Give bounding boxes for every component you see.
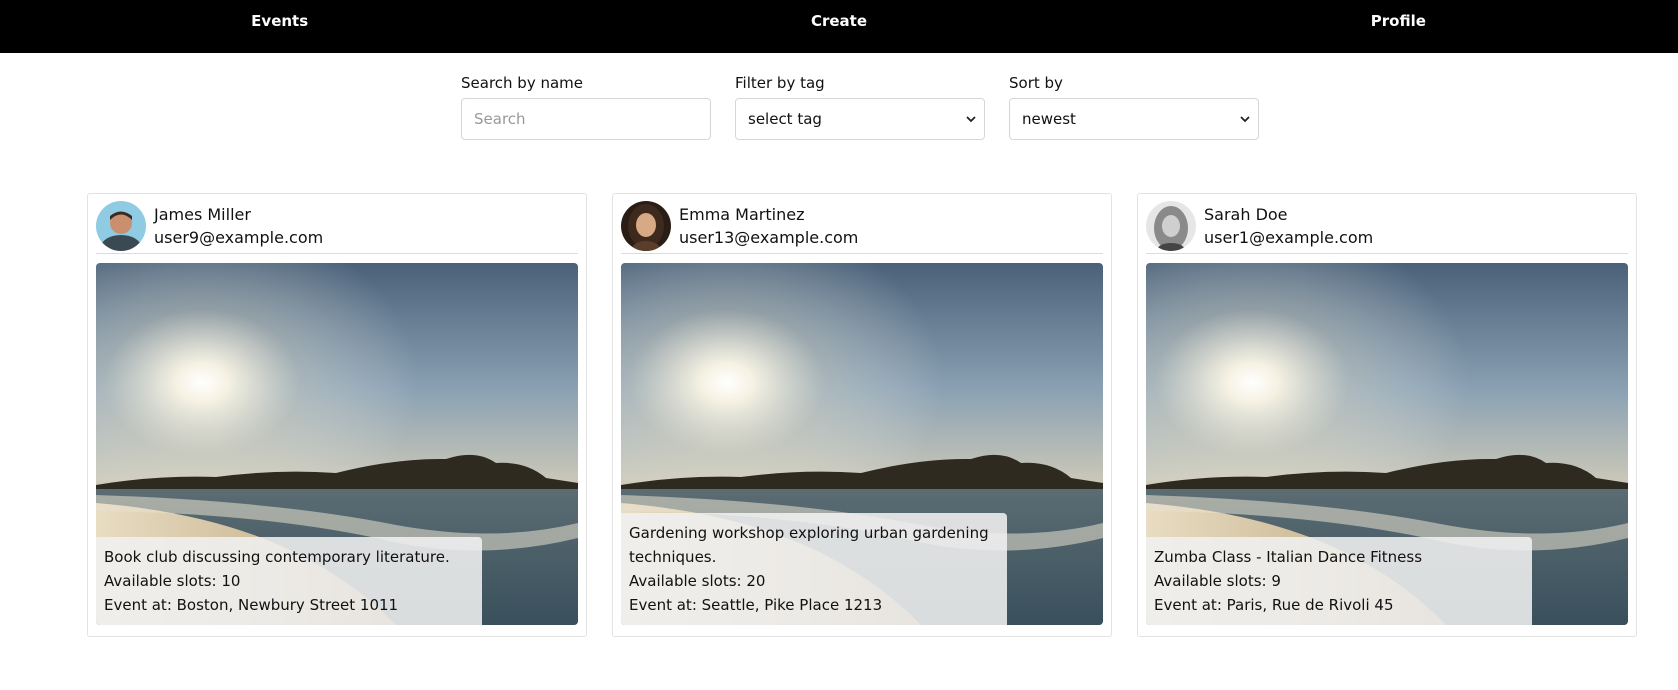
event-image: Gardening workshop exploring urban garde…	[621, 263, 1103, 625]
tag-select[interactable]: select tag	[735, 98, 985, 140]
sort-filter: Sort by newest	[1009, 74, 1259, 140]
sort-select[interactable]: newest	[1009, 98, 1259, 140]
event-description: Zumba Class - Italian Dance Fitness	[1154, 548, 1423, 566]
event-image: Zumba Class - Italian Dance Fitness Avai…	[1146, 263, 1628, 625]
user-name: James Miller	[154, 204, 251, 224]
user-email: user1@example.com	[1204, 227, 1374, 247]
search-filter: Search by name	[461, 74, 711, 140]
user-email: user13@example.com	[679, 227, 859, 247]
event-description: Book club discussing contemporary litera…	[104, 548, 450, 566]
event-card[interactable]: Emma Martinez user13@example.com Gardeni…	[612, 193, 1112, 637]
event-card[interactable]: Sarah Doe user1@example.com Zumba Class …	[1137, 193, 1637, 637]
avatar	[1146, 200, 1196, 251]
avatar	[621, 200, 671, 251]
search-label: Search by name	[461, 74, 584, 92]
user-name: Sarah Doe	[1204, 204, 1288, 224]
avatar	[96, 200, 146, 251]
nav-events-link[interactable]: Events	[0, 0, 559, 30]
event-description: Gardening workshop exploring urban garde…	[629, 524, 989, 566]
event-slots: Available slots: 10	[104, 572, 241, 590]
sort-select-value: newest	[1022, 110, 1076, 128]
user-name: Emma Martinez	[679, 204, 805, 224]
event-slots: Available slots: 20	[629, 572, 766, 590]
chevron-down-icon	[966, 116, 976, 123]
event-location: Event at: Seattle, Pike Place 1213	[629, 596, 883, 614]
top-navbar: Events Create Profile	[0, 0, 1678, 53]
event-slots: Available slots: 9	[1154, 572, 1281, 590]
sort-label: Sort by	[1009, 74, 1063, 92]
card-header: James Miller user9@example.com	[96, 200, 578, 254]
search-input[interactable]	[461, 98, 711, 140]
filter-bar: Search by name Filter by tag select tag …	[461, 74, 1259, 140]
event-location: Event at: Boston, Newbury Street 1011	[104, 596, 399, 614]
event-info-overlay: Zumba Class - Italian Dance Fitness Avai…	[1146, 537, 1532, 625]
tag-filter: Filter by tag select tag	[735, 74, 985, 140]
chevron-down-icon	[1240, 116, 1250, 123]
tag-select-value: select tag	[748, 110, 822, 128]
card-header: Emma Martinez user13@example.com	[621, 200, 1103, 254]
event-location: Event at: Paris, Rue de Rivoli 45	[1154, 596, 1394, 614]
tag-label: Filter by tag	[735, 74, 825, 92]
event-image: Book club discussing contemporary litera…	[96, 263, 578, 625]
event-info-overlay: Gardening workshop exploring urban garde…	[621, 513, 1007, 625]
card-header: Sarah Doe user1@example.com	[1146, 200, 1628, 254]
user-email: user9@example.com	[154, 227, 324, 247]
event-info-overlay: Book club discussing contemporary litera…	[96, 537, 482, 625]
event-card-list: James Miller user9@example.com Book club…	[87, 193, 1637, 637]
nav-profile-link[interactable]: Profile	[1119, 0, 1678, 30]
event-card[interactable]: James Miller user9@example.com Book club…	[87, 193, 587, 637]
nav-create-link[interactable]: Create	[559, 0, 1118, 30]
